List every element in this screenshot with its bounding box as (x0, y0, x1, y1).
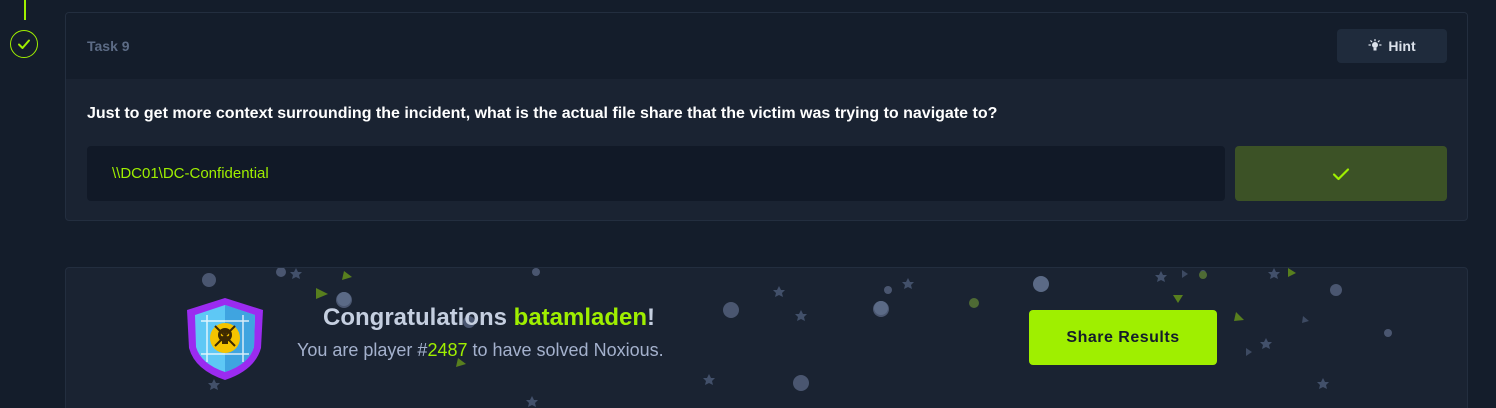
check-icon (18, 39, 30, 49)
answer-input[interactable]: \\DC01\DC-Confidential (87, 146, 1225, 201)
congratulations-card: Congratulations batamladen! You are play… (65, 267, 1468, 408)
solve-rank-text: You are player #2487 to have solved Noxi… (297, 340, 664, 361)
lightbulb-icon (1368, 39, 1382, 51)
confetti-decoration (193, 268, 1392, 407)
username: batamladen (513, 304, 648, 331)
task-question: Just to get more context surrounding the… (87, 105, 998, 122)
page: Task 9 Hint Just to get more context sur… (0, 0, 1496, 408)
solve-rank-suffix: to have solved Noxious. (467, 340, 664, 360)
task-card: Task 9 Hint Just to get more context sur… (65, 12, 1468, 221)
task-complete-indicator (10, 30, 38, 58)
skull-shield-badge-icon (187, 298, 263, 380)
hint-button[interactable]: Hint (1337, 29, 1447, 63)
hint-label: Hint (1388, 38, 1416, 54)
solve-rank-prefix: You are player # (297, 340, 428, 360)
player-number: 2487 (427, 340, 468, 360)
congratulations-title: Congratulations batamladen! (323, 304, 655, 332)
task-header (66, 13, 1467, 79)
check-icon (1332, 167, 1350, 180)
task-label: Task 9 (87, 38, 130, 54)
submit-answer-button[interactable] (1235, 146, 1447, 201)
share-results-button[interactable]: Share Results (1029, 310, 1217, 365)
congratulations-prefix: Congratulations (323, 304, 514, 331)
congratulations-suffix: ! (647, 304, 656, 331)
timeline-line (24, 0, 26, 20)
